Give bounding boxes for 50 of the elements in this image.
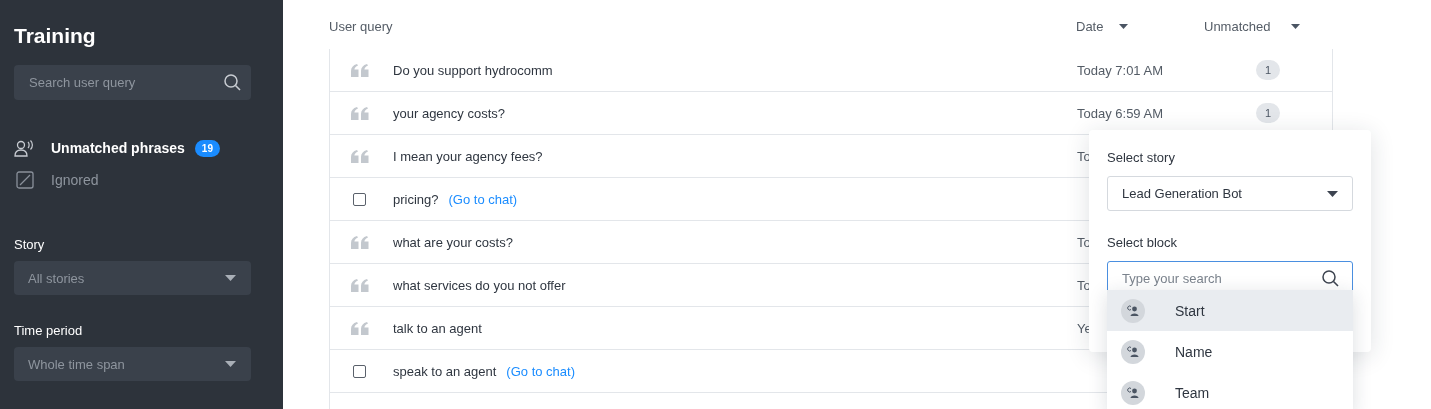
filter-dropdown[interactable]: Whole time span [14,347,251,381]
sidebar-title: Training [14,24,97,49]
sort-caret-icon[interactable] [1119,24,1129,29]
query-text: speak to an agent [393,363,497,379]
query-text: your agency costs? [393,105,505,121]
quote-icon [350,63,369,77]
quote-icon [350,278,369,292]
query-text: what services do you not offer [393,277,566,293]
block-icon [1121,380,1145,405]
nav-item[interactable]: Ignored [51,172,99,188]
quote-icon [350,235,369,249]
caret-icon [225,361,236,367]
query-text: pricing? [393,191,439,207]
query-text: I mean your agency fees? [393,148,543,164]
query-text: what are your costs? [393,234,513,250]
filter-label: Time period [14,323,84,340]
date-text: Today 6:59 AM [1077,105,1163,121]
block-icon [1121,339,1145,364]
block-option[interactable]: Name [1107,331,1353,372]
checkbox[interactable] [353,364,366,378]
quote-icon [350,149,369,163]
column-header[interactable]: Date [1076,19,1104,34]
checkbox[interactable] [353,192,366,206]
quote-icon [350,321,369,335]
quote-icon [350,106,369,120]
query-text: Do you support hydrocomm [393,62,553,78]
count-badge: 1 [1256,103,1280,123]
column-header: User query [329,19,394,34]
person-speaking-icon [14,139,36,157]
story-dropdown[interactable]: Lead Generation Bot [1107,176,1353,211]
block-icon [1121,298,1145,323]
column-header[interactable]: Unmatched [1204,19,1271,34]
field-label: Select block [1107,235,1179,252]
query-text: talk to an agent [393,320,482,336]
filter-label: Story [14,237,46,254]
block-option[interactable]: Start [1107,290,1353,331]
search-icon [224,74,241,91]
caret-icon [1327,190,1338,197]
block-option[interactable]: Team [1107,372,1353,409]
field-label: Select story [1107,150,1176,167]
go-to-chat-link[interactable]: (Go to chat) [506,363,575,379]
search-field[interactable]: Search user query [14,65,251,100]
nav-item[interactable]: Unmatched phrases [51,140,185,156]
date-text: Today 7:01 AM [1077,62,1163,78]
search-icon [1322,270,1339,287]
slashed-square-icon [14,171,36,189]
sort-caret-icon[interactable] [1291,24,1301,29]
count-badge: 1 [1256,60,1280,80]
count-badge: 19 [194,139,220,157]
caret-icon [225,275,236,281]
